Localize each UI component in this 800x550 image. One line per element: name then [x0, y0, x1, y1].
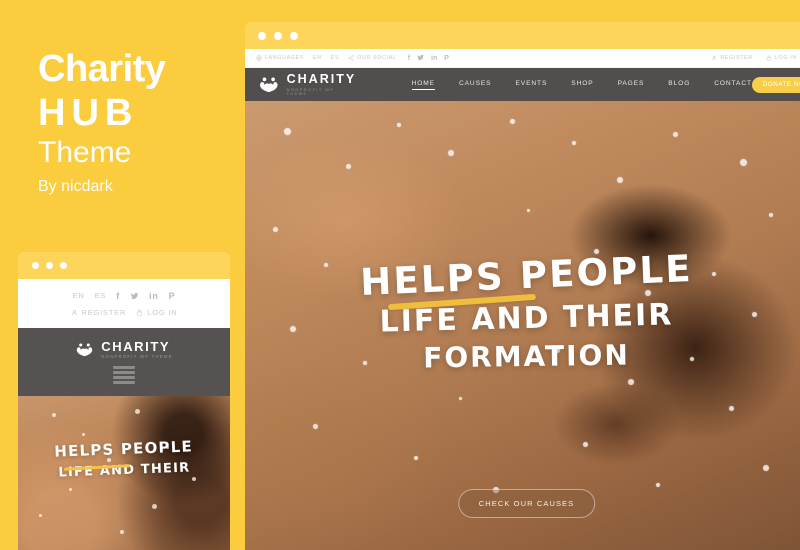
mobile-logo-tagline: NONPROFIT WP THEME [101, 353, 173, 359]
window-dot-red-icon[interactable] [258, 31, 266, 40]
pinterest-icon[interactable]: P [444, 55, 449, 62]
login-link[interactable]: LOG IN [766, 55, 797, 61]
languages-label: LANGUAGES [265, 55, 305, 61]
mobile-preview-account-row: REGISTER LOG IN [18, 304, 230, 321]
mobile-logo-name: CHARITY [101, 338, 171, 354]
register-label: REGISTER [720, 55, 753, 61]
login-label: LOG IN [774, 55, 797, 61]
hero-headline-line3: FORMATION [422, 338, 631, 375]
window-dot-green-icon[interactable] [290, 31, 298, 40]
site-logo-name: CHARITY [286, 72, 357, 86]
linkedin-icon[interactable]: in [431, 55, 437, 62]
topbar-left-group: LANGUAGES EN ES OUR SOCIAL f in P [256, 54, 449, 62]
charity-heart-hands-icon [77, 343, 93, 357]
promo-title-line1: Charity [38, 48, 166, 90]
site-topbar: LANGUAGES EN ES OUR SOCIAL f in P REGIST… [245, 49, 800, 68]
nav-item-shop[interactable]: SHOP [571, 80, 593, 89]
mobile-preview-card: EN ES f in P REGISTER LOG IN CHARITY NON… [18, 252, 230, 550]
promo-subtitle: Theme [38, 136, 132, 169]
lock-icon [137, 309, 143, 316]
site-logo-tagline: NONPROFIT WP THEME [286, 87, 335, 96]
mobile-lang-es[interactable]: ES [95, 291, 107, 300]
mobile-hero-line1: HELPS PEOPLE [54, 437, 194, 461]
window-dot-green-icon [60, 262, 67, 269]
register-link[interactable]: REGISTER [711, 55, 753, 61]
mobile-preview-hero: HELPS PEOPLE LIFE AND THEIR [18, 396, 230, 550]
browser-window: LANGUAGES EN ES OUR SOCIAL f in P REGIST… [245, 22, 800, 550]
hero-section: HELPS PEOPLE LIFE AND THEIR FORMATION CH… [245, 101, 800, 550]
site-navbar: CHARITY NONPROFIT WP THEME HOME CAUSES E… [245, 68, 800, 101]
twitter-icon[interactable] [130, 291, 139, 301]
promo-title-line2: HUB [38, 92, 139, 134]
nav-item-contact[interactable]: CONTACT [714, 80, 752, 89]
promo-panel: Charity HUB Theme By nicdark EN ES f in … [0, 0, 245, 550]
our-social-label-group: OUR SOCIAL [348, 55, 397, 61]
our-social-label: OUR SOCIAL [357, 55, 397, 61]
user-icon [71, 309, 77, 316]
mobile-hero-headline: HELPS PEOPLE LIFE AND THEIR [18, 436, 230, 482]
globe-icon [256, 55, 262, 61]
twitter-icon[interactable] [417, 54, 424, 61]
facebook-icon[interactable]: f [116, 291, 120, 301]
linkedin-icon[interactable]: in [149, 291, 159, 301]
window-dot-yellow-icon [46, 262, 53, 269]
pinterest-icon[interactable]: P [169, 291, 176, 301]
nav-item-events[interactable]: EVENTS [515, 80, 547, 89]
language-en[interactable]: EN [313, 55, 322, 61]
languages-selector[interactable]: LANGUAGES [256, 55, 304, 61]
lock-icon [766, 55, 772, 61]
mobile-logo[interactable]: CHARITY NONPROFIT WP THEME [75, 340, 173, 359]
social-links: f in P [408, 54, 449, 62]
facebook-icon[interactable]: f [408, 55, 410, 62]
window-dot-yellow-icon[interactable] [274, 31, 282, 40]
primary-navigation: HOME CAUSES EVENTS SHOP PAGES BLOG CONTA… [411, 80, 752, 90]
nav-item-causes[interactable]: CAUSES [459, 80, 492, 89]
nav-item-home[interactable]: HOME [411, 80, 435, 90]
mobile-login-link[interactable]: LOG IN [136, 308, 177, 317]
mobile-preview-topbar: EN ES f in P REGISTER LOG IN [18, 279, 230, 328]
donate-now-button[interactable]: DONATE NOW [751, 76, 800, 93]
mobile-lang-en[interactable]: EN [73, 291, 85, 300]
language-es[interactable]: ES [331, 55, 339, 61]
promo-author: By nicdark [38, 178, 113, 195]
mobile-register-label: REGISTER [81, 308, 127, 317]
site-logo[interactable]: CHARITY NONPROFIT WP THEME [258, 73, 357, 96]
hero-headline: HELPS PEOPLE LIFE AND THEIR FORMATION [245, 247, 800, 374]
window-dot-red-icon [32, 262, 39, 269]
topbar-right-group: REGISTER LOG IN [698, 55, 797, 61]
mobile-login-label: LOG IN [147, 308, 178, 317]
mobile-preview-titlebar [18, 252, 230, 279]
mobile-preview-lang-social-row: EN ES f in P [18, 287, 230, 304]
nav-item-pages[interactable]: PAGES [618, 80, 645, 89]
share-icon [348, 55, 354, 61]
hamburger-menu-icon[interactable] [113, 366, 135, 385]
mobile-register-link[interactable]: REGISTER [71, 308, 127, 317]
mobile-preview-header: CHARITY NONPROFIT WP THEME [18, 328, 230, 396]
mobile-hero-line2: LIFE AND THEIR [58, 460, 191, 481]
nav-item-blog[interactable]: BLOG [668, 80, 690, 89]
user-icon [712, 55, 717, 61]
charity-heart-hands-icon [260, 77, 278, 93]
browser-titlebar [245, 22, 800, 49]
check-our-causes-button[interactable]: CHECK OUR CAUSES [457, 489, 596, 518]
